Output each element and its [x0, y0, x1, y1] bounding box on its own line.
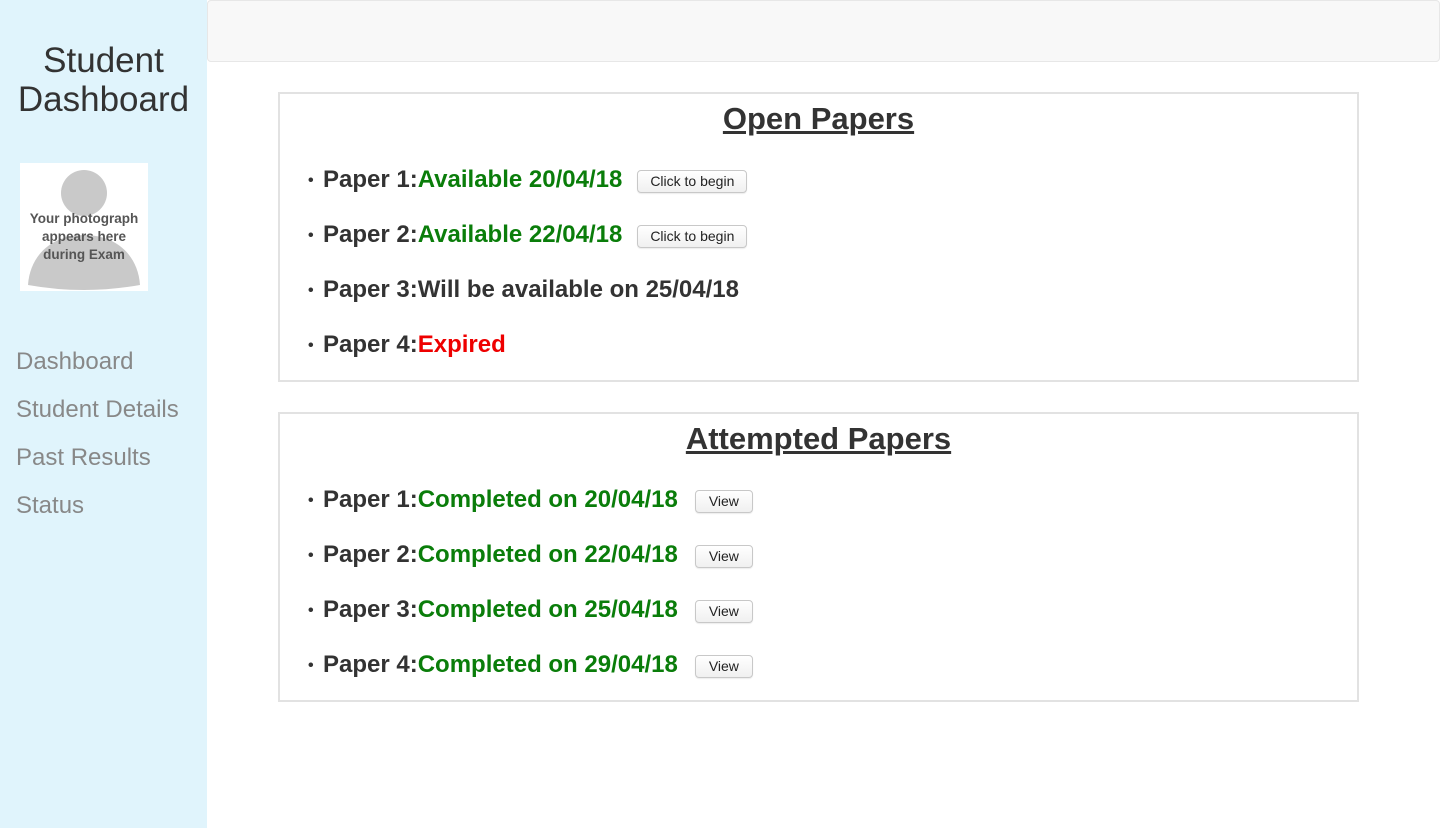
photo-caption: Your photograph appears here during Exam: [20, 210, 148, 264]
bullet: •: [308, 657, 314, 674]
list-item: • Paper 2:Available 22/04/18 Click to begi…: [308, 215, 748, 270]
paper-label: Paper 1:: [323, 166, 418, 193]
paper-status: Completed on 20/04/18: [417, 486, 678, 513]
bullet: •: [308, 227, 314, 244]
photo-caption-line-1: Your photograph: [29, 211, 139, 226]
paper-status: Available 22/04/18: [417, 221, 623, 248]
sidebar: Student Dashboard Your photograph appear…: [0, 0, 207, 828]
begin-paper-2-button[interactable]: Click to begin: [637, 225, 748, 248]
view-paper-3-button[interactable]: View: [694, 600, 753, 623]
view-paper-1-button[interactable]: View: [694, 490, 753, 513]
brand-line-2: Dashboard: [17, 80, 190, 119]
list-item: • Paper 1:Completed on 20/04/18 View: [308, 480, 753, 535]
top-navbar: [207, 0, 1440, 62]
paper-status: Completed on 25/04/18: [417, 596, 678, 623]
attempted-papers-title: Attempted Papers: [685, 421, 952, 456]
sidebar-item-student-details[interactable]: Student Details: [16, 386, 179, 434]
paper-status: Will be available on 25/04/18: [417, 276, 739, 303]
open-papers-title: Open Papers: [722, 101, 915, 136]
bullet: •: [308, 282, 314, 299]
paper-status: Completed on 29/04/18: [417, 651, 678, 678]
sidebar-brand: Student Dashboard: [0, 41, 207, 119]
view-paper-2-button[interactable]: View: [694, 545, 753, 568]
attempted-papers-list: • Paper 1:Completed on 20/04/18 View • Pape…: [308, 480, 753, 700]
photo-caption-line-3: during Exam: [43, 247, 125, 262]
list-item: • Paper 4:Completed on 29/04/18 View: [308, 645, 753, 700]
photo-caption-line-2: appears here: [41, 229, 127, 244]
attempted-papers-panel: Attempted Papers • Paper 1:Completed on 2…: [278, 412, 1359, 702]
list-item: • Paper 3:Completed on 25/04/18 View: [308, 590, 753, 645]
paper-label: Paper 2:: [323, 541, 418, 568]
list-item: • Paper 2:Completed on 22/04/18 View: [308, 535, 753, 590]
paper-status-expired: Expired: [417, 331, 506, 358]
paper-label: Paper 3:: [323, 596, 418, 623]
bullet: •: [308, 492, 314, 509]
sidebar-item-status[interactable]: Status: [16, 482, 179, 530]
paper-label: Paper 4:: [323, 331, 418, 358]
bullet: •: [308, 337, 314, 354]
open-papers-panel: Open Papers • Paper 1:Available 20/04/18 C…: [278, 92, 1359, 382]
paper-status: Completed on 22/04/18: [417, 541, 678, 568]
begin-paper-1-button[interactable]: Click to begin: [637, 170, 748, 193]
paper-status: Available 20/04/18: [417, 166, 623, 193]
paper-label: Paper 4:: [323, 651, 418, 678]
paper-label: Paper 1:: [323, 486, 418, 513]
list-item: • Paper 3:Will be available on 25/04/18: [308, 270, 747, 325]
view-paper-4-button[interactable]: View: [694, 655, 753, 678]
brand-line-1: Student: [43, 41, 164, 80]
bullet: •: [308, 602, 314, 619]
student-photo-placeholder: Your photograph appears here during Exam: [20, 163, 148, 291]
list-item: • Paper 1:Available 20/04/18 Click to begi…: [308, 160, 748, 215]
open-papers-list: • Paper 1:Available 20/04/18 Click to begi…: [308, 160, 748, 380]
sidebar-item-past-results[interactable]: Past Results: [16, 434, 179, 482]
bullet: •: [308, 547, 314, 564]
paper-label: Paper 3:: [323, 276, 418, 303]
list-item: • Paper 4:Expired: [308, 325, 747, 380]
bullet: •: [308, 172, 314, 189]
sidebar-nav: Dashboard Student Details Past Results S…: [16, 338, 179, 530]
paper-label: Paper 2:: [323, 221, 418, 248]
sidebar-item-dashboard[interactable]: Dashboard: [16, 338, 179, 386]
